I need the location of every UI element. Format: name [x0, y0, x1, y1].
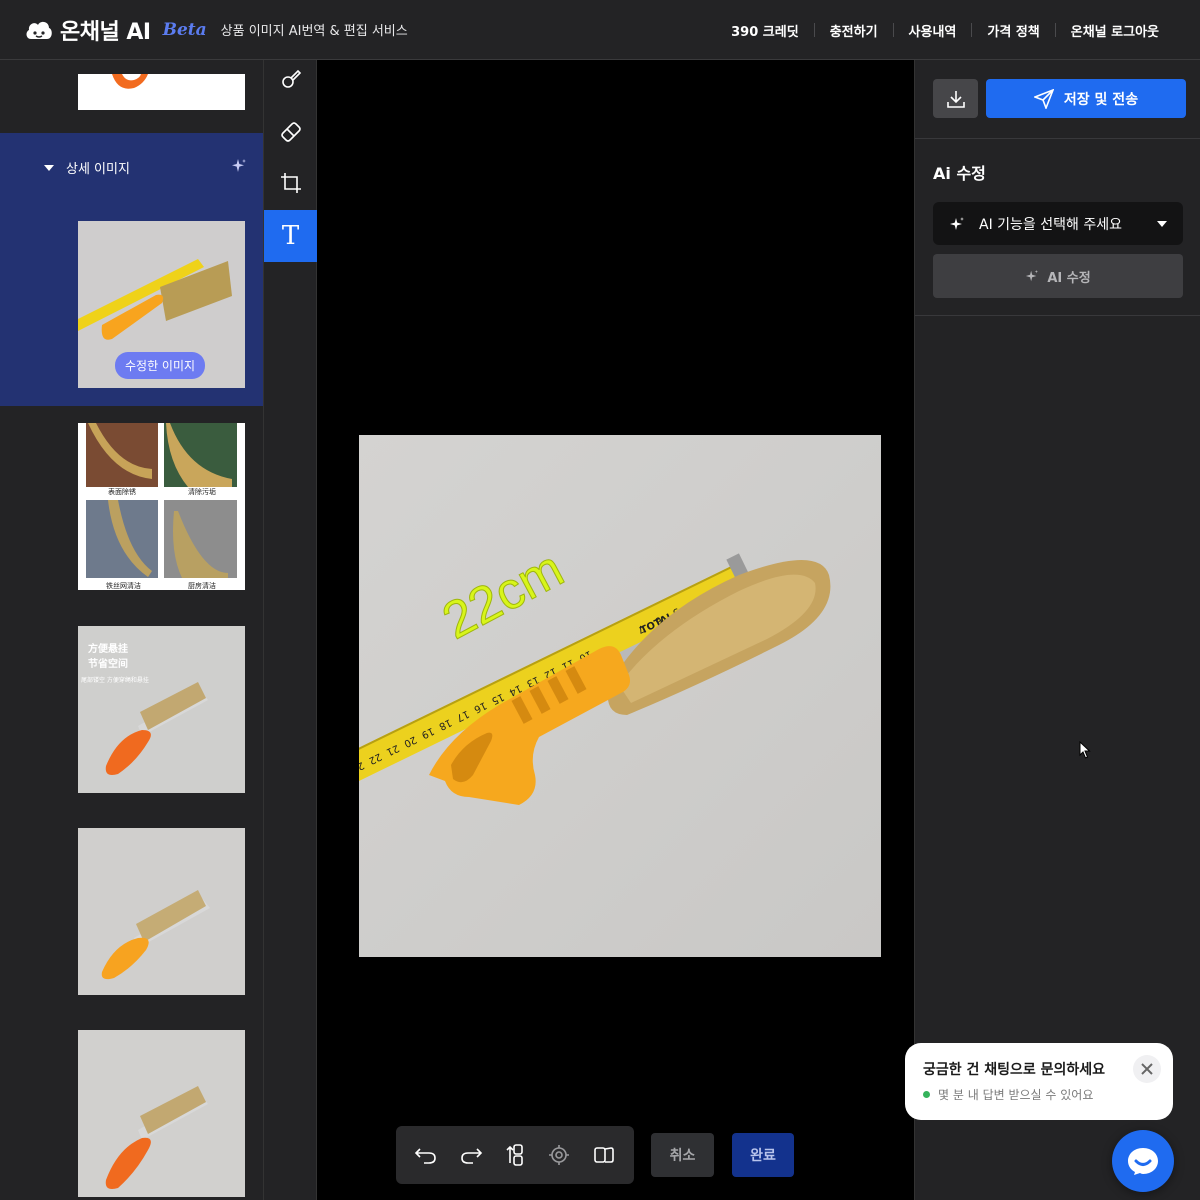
- history-toolbar: [396, 1126, 634, 1184]
- thumbnail-2-selected[interactable]: 수정한 이미지: [78, 221, 245, 388]
- save-and-send-label: 저장 및 전송: [1063, 91, 1139, 108]
- send-icon: [1033, 88, 1054, 109]
- crop-icon: [280, 173, 301, 193]
- mouse-cursor-icon: [1079, 741, 1091, 759]
- logo-text: 온채널 AI: [60, 19, 151, 45]
- group-label: 상세 이미지: [66, 162, 130, 177]
- compare-button[interactable]: [498, 1138, 532, 1172]
- nav-charge[interactable]: 충전하기: [815, 21, 893, 40]
- chat-launcher-button[interactable]: [1112, 1130, 1174, 1192]
- save-and-send-button[interactable]: 저장 및 전송: [986, 79, 1186, 118]
- ai-edit-button[interactable]: AI 수정: [933, 254, 1183, 298]
- cloud-logo-icon: [26, 21, 52, 39]
- thumbnail-3[interactable]: 表面除锈 清除污垢 铁丝网清洁 厨房清洁: [78, 423, 245, 590]
- chat-popup-subtitle: 몇 분 내 답변 받으실 수 있어요: [923, 1086, 1155, 1103]
- compare-icon: [506, 1144, 523, 1166]
- download-icon: [946, 90, 965, 108]
- chat-close-button[interactable]: [1133, 1055, 1161, 1083]
- thumbnail-image: [78, 828, 245, 995]
- sparkle-icon: [1026, 269, 1039, 282]
- thumbnail-panel: 상세 이미지 수정한 이미지 表面除锈 清除污垢 铁丝网清洁 厨房清洁 方便悬挂…: [0, 60, 263, 1200]
- crop-tool[interactable]: [264, 157, 317, 209]
- undo-icon: [415, 1148, 436, 1164]
- thumbnail-image: [78, 1030, 245, 1197]
- ai-function-select[interactable]: AI 기능을 선택해 주세요: [933, 202, 1183, 245]
- thumbnail-image: [112, 74, 148, 89]
- focus-button[interactable]: [542, 1138, 576, 1172]
- online-status-dot: [923, 1091, 930, 1098]
- thumbnail-4[interactable]: 方便悬挂 节省空间 尾部镂空 方便穿绳和悬挂: [78, 626, 245, 793]
- redo-button[interactable]: [454, 1138, 488, 1172]
- brush-icon: [281, 69, 301, 88]
- download-button[interactable]: [933, 79, 978, 118]
- chat-popup-subtitle-text: 몇 분 내 답변 받으실 수 있어요: [938, 1088, 1094, 1102]
- chat-popup-title: 궁금한 건 채팅으로 문의하세요: [923, 1062, 1106, 1078]
- ai-edit-title: Ai 수정: [933, 164, 986, 183]
- thumbnail-1[interactable]: [78, 74, 245, 110]
- credits-label: 390 크레딧: [731, 24, 799, 40]
- divider: [915, 315, 1200, 316]
- top-nav: 390 크레딧 충전하기 사용내역 가격 정책 온채널 로그아웃: [716, 0, 1174, 60]
- nav-logout[interactable]: 온채널 로그아웃: [1056, 21, 1174, 40]
- sparkle-icon[interactable]: [231, 158, 247, 174]
- text-tool[interactable]: T: [264, 210, 317, 262]
- chevron-down-icon: [1157, 220, 1167, 227]
- main-product-image[interactable]: 2322212019181716151413121110765 TOTAL 22…: [359, 435, 881, 957]
- brush-tool[interactable]: [264, 53, 317, 105]
- thumb-overlay-text: 方便悬挂: [88, 644, 128, 655]
- thumb-overlay-text: 尾部镂空 方便穿绳和悬挂: [81, 677, 149, 684]
- nav-pricing[interactable]: 가격 정책: [972, 21, 1054, 40]
- target-icon: [549, 1145, 570, 1165]
- editor-canvas[interactable]: 2322212019181716151413121110765 TOTAL 22…: [317, 60, 914, 1200]
- ai-edit-button-label: AI 수정: [1047, 270, 1091, 286]
- reset-button[interactable]: [587, 1138, 621, 1172]
- beta-label: Beta: [162, 19, 207, 40]
- grid-caption: 表面除锈: [108, 488, 136, 496]
- eraser-icon: [280, 122, 301, 142]
- sparkle-icon: [950, 216, 964, 230]
- logo[interactable]: 온채널 AI Beta: [24, 14, 207, 46]
- redo-icon: [460, 1148, 482, 1164]
- grid-caption: 铁丝网清洁: [106, 582, 141, 590]
- grid-caption: 清除污垢: [188, 488, 216, 496]
- top-header: 온채널 AI Beta 상품 이미지 AI번역 & 편집 서비스 390 크레딧…: [0, 0, 1200, 60]
- undo-button[interactable]: [409, 1138, 443, 1172]
- divider: [915, 138, 1200, 139]
- chat-popup[interactable]: 궁금한 건 채팅으로 문의하세요 몇 분 내 답변 받으실 수 있어요: [905, 1043, 1173, 1120]
- thumb-overlay-text: 节省空间: [88, 659, 128, 670]
- nav-usage-history[interactable]: 사용내역: [894, 21, 972, 40]
- group-header[interactable]: 상세 이미지: [44, 158, 130, 177]
- chat-icon: [1128, 1148, 1158, 1175]
- close-icon: [1141, 1063, 1153, 1075]
- ai-select-placeholder: AI 기능을 선택해 주세요: [979, 216, 1122, 233]
- chevron-down-icon: [44, 164, 54, 171]
- cancel-button[interactable]: 취소: [651, 1133, 714, 1177]
- text-icon: T: [281, 221, 300, 251]
- tool-column: T: [263, 60, 317, 1200]
- thumbnail-6[interactable]: [78, 1030, 245, 1197]
- edited-image-badge: 수정한 이미지: [115, 352, 206, 379]
- thumbnail-image: [78, 423, 245, 590]
- thumbnail-5[interactable]: [78, 828, 245, 995]
- done-button[interactable]: 완료: [732, 1133, 794, 1177]
- eraser-tool[interactable]: [264, 105, 317, 157]
- copy-icon: [593, 1147, 614, 1163]
- tagline: 상품 이미지 AI번역 & 편집 서비스: [220, 24, 408, 39]
- grid-caption: 厨房清洁: [188, 582, 216, 590]
- right-panel: 저장 및 전송 Ai 수정 AI 기능을 선택해 주세요 AI 수정: [914, 60, 1200, 1200]
- product-photo: 2322212019181716151413121110765 TOTAL 22…: [359, 435, 881, 957]
